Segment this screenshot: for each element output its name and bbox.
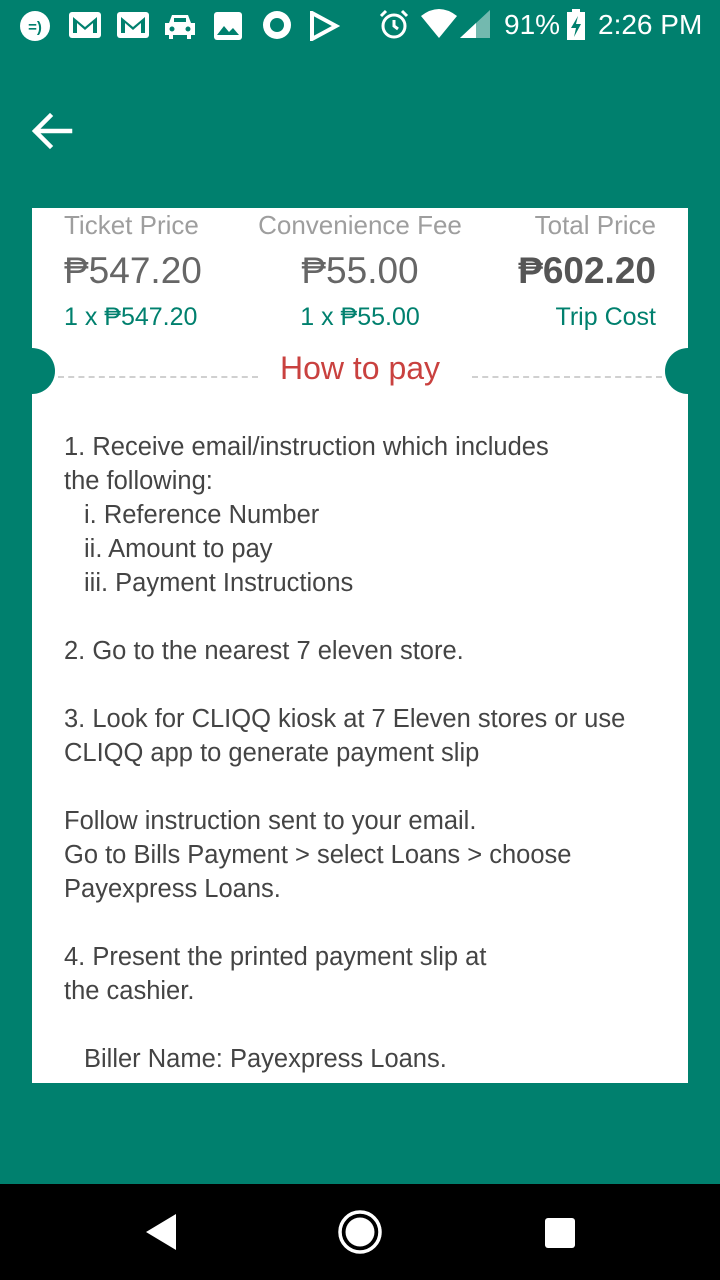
ticket-notch-left <box>9 348 55 394</box>
convenience-fee-column: Convenience Fee ₱55.00 1 x ₱55.00 <box>255 208 465 332</box>
battery-percent: 91% <box>504 9 561 40</box>
instruction-line: the cashier. <box>64 977 195 1005</box>
image-icon <box>214 12 242 40</box>
battery-charging-icon <box>567 9 585 40</box>
payment-instructions: 1. Receive email/instruction which inclu… <box>64 430 674 1076</box>
status-bar: =) 91% 2:26 PM <box>0 0 720 50</box>
back-button[interactable] <box>30 108 76 154</box>
ticket-card: Ticket Price ₱547.20 1 x ₱547.20 Conveni… <box>9 208 711 1083</box>
total-price-value: ₱602.20 <box>518 250 656 291</box>
ticket-price-label: Ticket Price <box>64 210 199 240</box>
convenience-fee-value: ₱55.00 <box>301 250 419 291</box>
nav-back-icon <box>146 1214 176 1250</box>
signal-icon <box>460 10 490 38</box>
instruction-line: Follow instruction sent to your email. <box>64 807 477 835</box>
gmail-icon <box>117 12 149 38</box>
instruction-line: Go to Bills Payment > select Loans > cho… <box>64 841 572 869</box>
car-icon <box>165 15 195 39</box>
instruction-subitem: ii. Amount to pay <box>84 535 273 563</box>
instruction-subitem: i. Reference Number <box>84 501 320 529</box>
total-price-label: Total Price <box>534 210 656 240</box>
instruction-subitem: iii. Payment Instructions <box>84 569 354 597</box>
nav-home-button[interactable] <box>336 1208 384 1256</box>
instruction-line: 1. Receive email/instruction which inclu… <box>64 433 549 461</box>
nav-back-button[interactable] <box>140 1210 184 1254</box>
instruction-line: 4. Present the printed payment slip at <box>64 943 487 971</box>
record-icon <box>263 11 291 39</box>
ticket-price-column: Ticket Price ₱547.20 1 x ₱547.20 <box>64 208 274 332</box>
instruction-line: the following: <box>64 467 213 495</box>
system-nav-bar <box>0 1184 720 1280</box>
gmail-icon <box>69 12 101 38</box>
instruction-line: 3. Look for CLIQQ kiosk at 7 Eleven stor… <box>64 705 626 733</box>
instruction-line: CLIQQ app to generate payment slip <box>64 739 480 767</box>
nav-recents-icon <box>545 1218 575 1248</box>
nav-home-icon <box>338 1210 382 1254</box>
arrow-left-icon <box>31 112 73 150</box>
instruction-line: 2. Go to the nearest 7 eleven store. <box>64 637 464 665</box>
ticket-notch-right <box>665 348 711 394</box>
convenience-fee-breakdown: 1 x ₱55.00 <box>300 303 420 331</box>
biller-name: Biller Name: Payexpress Loans. <box>84 1045 447 1073</box>
nav-recents-button[interactable] <box>543 1216 577 1250</box>
svg-text:=): =) <box>28 19 42 36</box>
alarm-icon <box>379 9 409 39</box>
how-to-pay-title: How to pay <box>32 348 688 388</box>
wifi-icon <box>421 9 457 38</box>
convenience-fee-label: Convenience Fee <box>258 210 462 240</box>
trip-cost-label: Trip Cost <box>555 303 656 331</box>
messenger-icon: =) <box>20 11 50 41</box>
play-icon <box>310 11 340 41</box>
clock: 2:26 PM <box>598 9 703 40</box>
ticket-price-value: ₱547.20 <box>64 250 202 291</box>
instruction-line: Payexpress Loans. <box>64 875 281 903</box>
ticket-price-breakdown: 1 x ₱547.20 <box>64 303 198 331</box>
total-price-column: Total Price ₱602.20 Trip Cost <box>446 208 656 332</box>
